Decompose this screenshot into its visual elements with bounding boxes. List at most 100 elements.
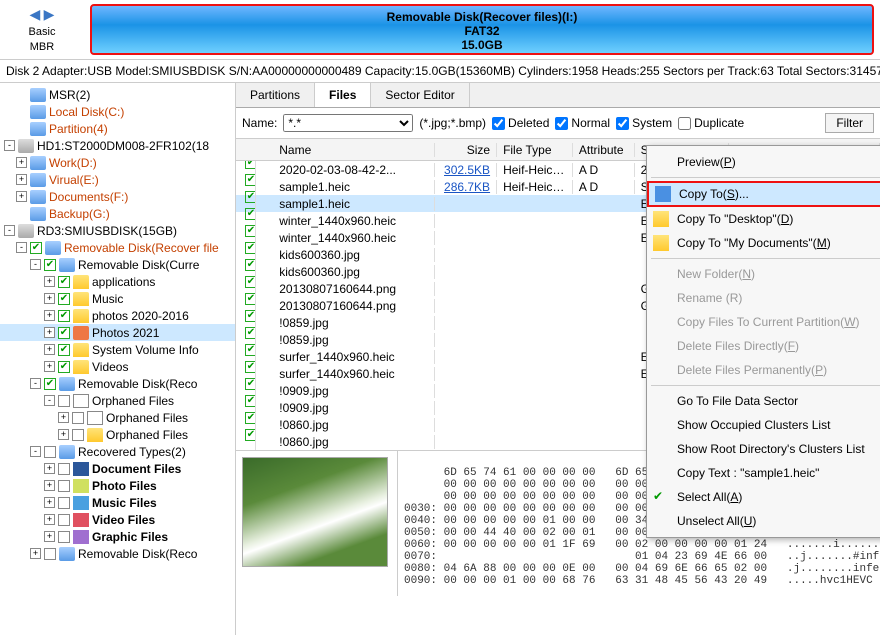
expand-icon[interactable]: + [16, 174, 27, 185]
tree-item[interactable]: -Recovered Types(2) [0, 443, 235, 460]
tree-item[interactable]: +Orphaned Files [0, 426, 235, 443]
expand-icon[interactable]: + [44, 344, 55, 355]
expand-icon[interactable]: + [16, 157, 27, 168]
nav-next-icon[interactable]: ▶ [44, 6, 55, 22]
tree-item[interactable]: +✔Photos 2021 [0, 324, 235, 341]
check-icon[interactable]: ✔ [58, 327, 70, 339]
row-check-icon[interactable]: ✔ [245, 259, 256, 271]
expand-icon[interactable]: + [44, 497, 55, 508]
filter-button[interactable]: Filter [825, 113, 874, 133]
expand-icon[interactable]: + [44, 531, 55, 542]
tree-item[interactable]: +Documents(F:) [0, 188, 235, 205]
tree-item[interactable]: -✔Removable Disk(Curre [0, 256, 235, 273]
expand-icon[interactable]: + [44, 327, 55, 338]
expand-icon[interactable]: + [44, 276, 55, 287]
check-icon[interactable] [58, 395, 70, 407]
check-icon[interactable]: ✔ [44, 259, 56, 271]
menu-copy-desktop[interactable]: Copy To "Desktop"(D) [647, 207, 880, 231]
check-icon[interactable]: ✔ [58, 293, 70, 305]
row-check-icon[interactable]: ✔ [245, 225, 256, 237]
row-check-icon[interactable]: ✔ [245, 310, 256, 322]
tree-item[interactable]: +Music Files [0, 494, 235, 511]
check-icon[interactable] [72, 412, 84, 424]
tree-item[interactable]: +Graphic Files [0, 528, 235, 545]
expand-icon[interactable]: - [30, 259, 41, 270]
expand-icon[interactable]: + [44, 463, 55, 474]
row-check-icon[interactable]: ✔ [245, 378, 256, 390]
expand-icon[interactable]: - [16, 242, 27, 253]
row-check-icon[interactable]: ✔ [245, 429, 256, 441]
row-check-icon[interactable]: ✔ [245, 344, 256, 356]
menu-preview[interactable]: Preview(P) [647, 150, 880, 174]
tree-item[interactable]: Backup(G:) [0, 205, 235, 222]
tree-item[interactable]: -Orphaned Files [0, 392, 235, 409]
check-icon[interactable]: ✔ [30, 242, 42, 254]
menu-copy-text[interactable]: Copy Text : "sample1.heic" [647, 461, 880, 485]
hdr-type[interactable]: File Type [497, 143, 573, 157]
tree-item[interactable]: +✔Music [0, 290, 235, 307]
hdr-name[interactable]: Name [273, 143, 435, 157]
tree-item[interactable]: +Virual(E:) [0, 171, 235, 188]
check-icon[interactable]: ✔ [58, 310, 70, 322]
expand-icon[interactable]: + [44, 514, 55, 525]
row-check-icon[interactable]: ✔ [245, 293, 256, 305]
check-icon[interactable]: ✔ [58, 276, 70, 288]
expand-icon[interactable]: + [44, 361, 55, 372]
row-check-icon[interactable]: ✔ [245, 361, 256, 373]
expand-icon[interactable]: - [4, 140, 15, 151]
menu-unselect-all[interactable]: Unselect All(U) [647, 509, 880, 533]
check-icon[interactable]: ✔ [58, 344, 70, 356]
tree-item[interactable]: +Video Files [0, 511, 235, 528]
chk-system[interactable]: System [616, 116, 672, 130]
expand-icon[interactable]: - [30, 378, 41, 389]
row-check-icon[interactable]: ✔ [245, 191, 256, 203]
check-icon[interactable] [58, 463, 70, 475]
tree-item[interactable]: -✔Removable Disk(Recover file [0, 239, 235, 256]
check-icon[interactable] [44, 446, 56, 458]
menu-copy-mydocs[interactable]: Copy To "My Documents"(M) [647, 231, 880, 255]
tree-item[interactable]: +✔applications [0, 273, 235, 290]
tree-item[interactable]: -RD3:SMIUSBDISK(15GB) [0, 222, 235, 239]
check-icon[interactable] [44, 548, 56, 560]
expand-icon[interactable]: + [44, 310, 55, 321]
menu-select-all[interactable]: ✔Select All(A) [647, 485, 880, 509]
tree-panel[interactable]: MSR(2)Local Disk(C:)Partition(4)-HD1:ST2… [0, 83, 236, 635]
tree-item[interactable]: +Removable Disk(Reco [0, 545, 235, 562]
tree-item[interactable]: Partition(4) [0, 120, 235, 137]
expand-icon[interactable]: + [58, 429, 69, 440]
tree-item[interactable]: -✔Removable Disk(Reco [0, 375, 235, 392]
chk-duplicate[interactable]: Duplicate [678, 116, 744, 130]
row-check-icon[interactable]: ✔ [245, 276, 256, 288]
tree-item[interactable]: +✔Videos [0, 358, 235, 375]
expand-icon[interactable]: + [16, 191, 27, 202]
expand-icon[interactable]: + [44, 480, 55, 491]
tree-item[interactable]: Local Disk(C:) [0, 103, 235, 120]
disk-banner[interactable]: Removable Disk(Recover files)(I:) FAT32 … [90, 4, 874, 55]
tree-item[interactable]: +Work(D:) [0, 154, 235, 171]
row-check-icon[interactable]: ✔ [245, 161, 256, 169]
menu-goto-sector[interactable]: Go To File Data Sector▸ [647, 389, 880, 413]
tab-files[interactable]: Files [315, 83, 371, 107]
expand-icon[interactable]: - [4, 225, 15, 236]
row-check-icon[interactable]: ✔ [245, 174, 256, 186]
tree-item[interactable]: +✔photos 2020-2016 [0, 307, 235, 324]
check-icon[interactable] [58, 497, 70, 509]
chk-deleted[interactable]: Deleted [492, 116, 549, 130]
menu-show-root-clusters[interactable]: Show Root Directory's Clusters List [647, 437, 880, 461]
menu-show-clusters[interactable]: Show Occupied Clusters List [647, 413, 880, 437]
tab-partitions[interactable]: Partitions [236, 83, 315, 107]
name-filter-select[interactable]: *.* [283, 114, 413, 132]
chk-normal[interactable]: Normal [555, 116, 610, 130]
expand-icon[interactable]: - [30, 446, 41, 457]
row-check-icon[interactable]: ✔ [245, 208, 256, 220]
expand-icon[interactable]: + [30, 548, 41, 559]
tree-item[interactable]: +Photo Files [0, 477, 235, 494]
expand-icon[interactable]: - [44, 395, 55, 406]
hdr-size[interactable]: Size [435, 143, 497, 157]
check-icon[interactable] [58, 531, 70, 543]
tab-sector-editor[interactable]: Sector Editor [371, 83, 469, 107]
check-icon[interactable]: ✔ [58, 361, 70, 373]
tree-item[interactable]: +Orphaned Files [0, 409, 235, 426]
hdr-attr[interactable]: Attribute [573, 143, 635, 157]
tree-item[interactable]: -HD1:ST2000DM008-2FR102(18 [0, 137, 235, 154]
